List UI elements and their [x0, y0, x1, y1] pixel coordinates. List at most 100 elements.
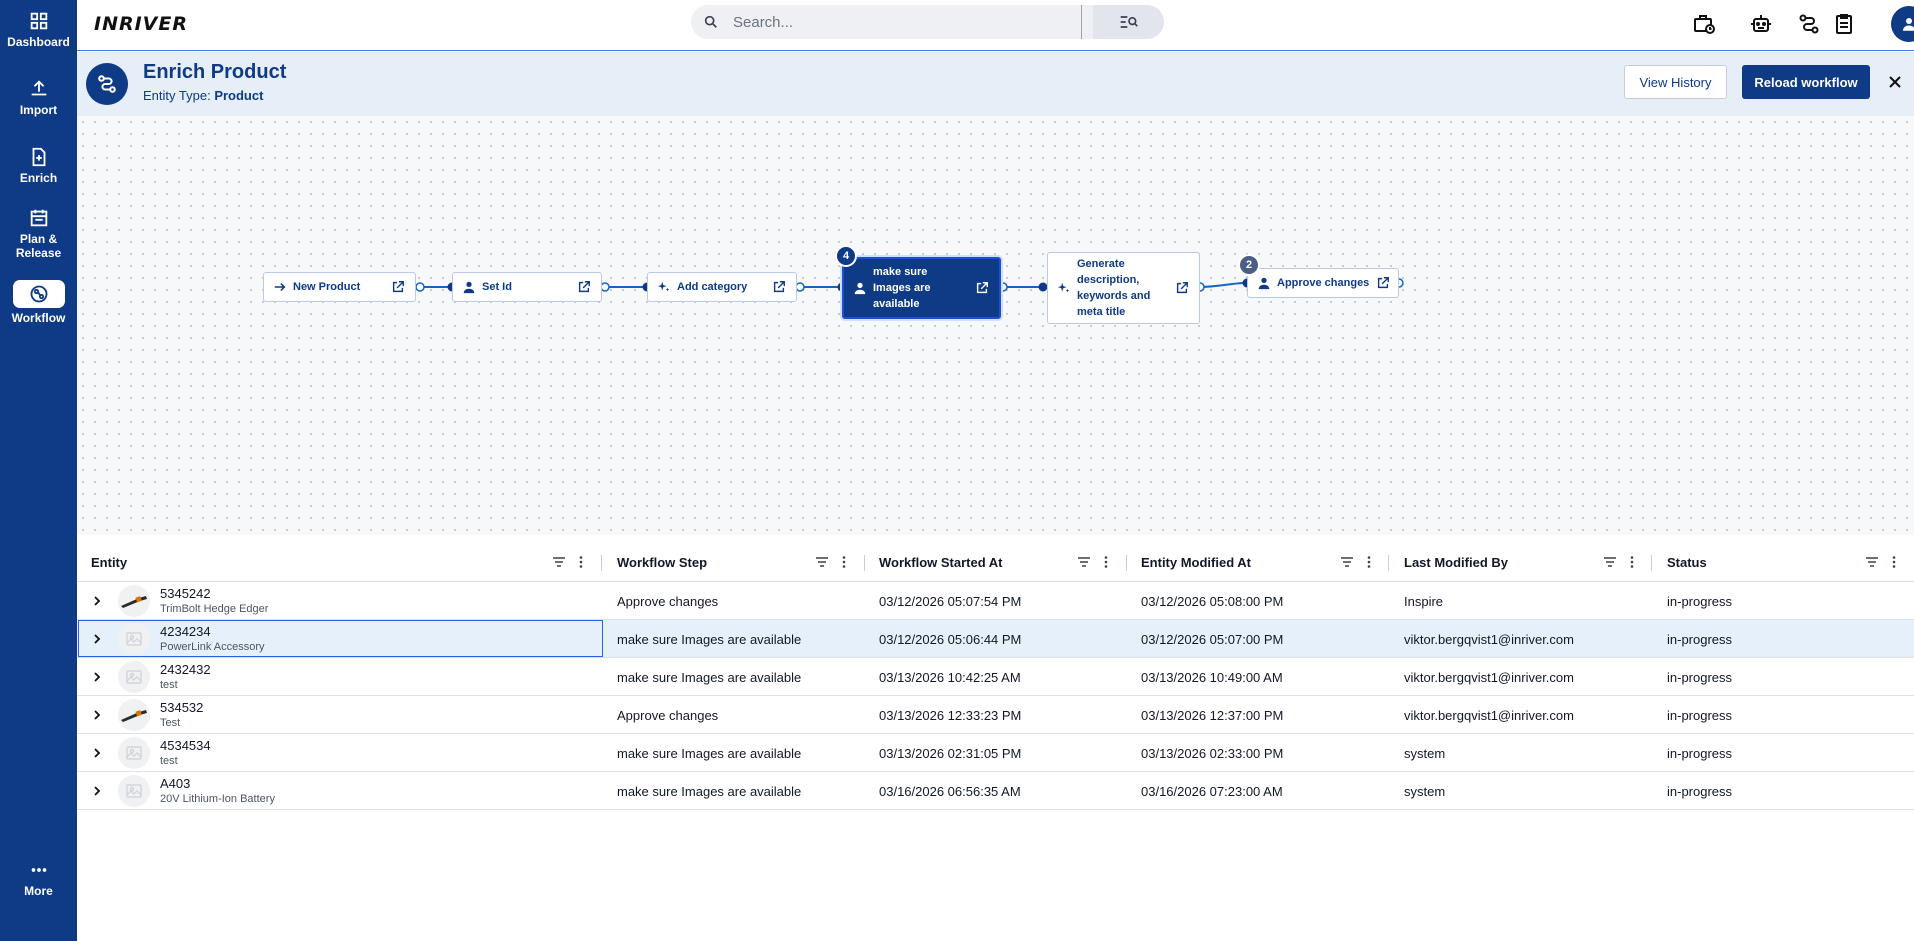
table-row[interactable]: 534532 Test Approve changes 03/13/2026 12:3…: [77, 696, 1914, 734]
inriver-logo[interactable]: INRIVER: [94, 13, 188, 35]
sidebar-item-dashboard[interactable]: Dashboard: [0, 10, 77, 49]
cell-entity-modified-at: 03/12/2026 05:08:00 PM: [1141, 593, 1284, 609]
sidebar: Dashboard Import Enrich Plan & Release W…: [0, 0, 77, 941]
kebab-menu-icon[interactable]: [574, 555, 588, 569]
person-icon: [1258, 277, 1270, 290]
cell-entity-modified-at: 03/13/2026 02:33:00 PM: [1141, 745, 1284, 761]
page-title: Enrich Product: [143, 61, 287, 83]
column-header-last-modified-by[interactable]: Last Modified By: [1404, 543, 1508, 582]
entity-name: PowerLink Accessory: [160, 641, 265, 653]
table-row[interactable]: 2432432 test make sure Images are availabl…: [77, 658, 1914, 696]
kebab-menu-icon[interactable]: [1362, 555, 1376, 569]
external-link-icon[interactable]: [577, 280, 591, 294]
kebab-menu-icon[interactable]: [1887, 555, 1901, 569]
chevron-right-icon[interactable]: [90, 594, 104, 608]
cell-workflow-step: make sure Images are available: [617, 745, 802, 761]
sidebar-item-import[interactable]: Import: [0, 78, 77, 117]
step-count-badge: 4: [835, 245, 857, 267]
kebab-menu-icon[interactable]: [1625, 555, 1639, 569]
entity-id[interactable]: 2432432: [160, 662, 211, 677]
view-history-button[interactable]: View History: [1624, 65, 1727, 99]
table-row[interactable]: 5345242 TrimBolt Hedge Edger Approve chang…: [77, 582, 1914, 620]
cell-workflow-step: make sure Images are available: [617, 669, 802, 685]
entity-thumbnail: [118, 623, 150, 655]
chevron-right-icon[interactable]: [90, 632, 104, 646]
sidebar-item-label: Enrich: [19, 171, 58, 185]
filter-icon[interactable]: [1603, 555, 1617, 569]
external-link-icon[interactable]: [1376, 276, 1390, 290]
filter-icon[interactable]: [815, 555, 829, 569]
reload-workflow-button[interactable]: Reload workflow: [1742, 65, 1870, 99]
briefcase-clock-icon[interactable]: [1692, 12, 1716, 36]
column-header-workflow-started-at[interactable]: Workflow Started At: [879, 543, 1003, 582]
workflow-step-generate-description[interactable]: Generate description, keywords and meta …: [1047, 252, 1200, 324]
entity-id[interactable]: 4234234: [160, 624, 211, 639]
robot-icon[interactable]: [1749, 12, 1773, 36]
external-link-icon[interactable]: [391, 280, 405, 294]
cell-status: in-progress: [1667, 669, 1733, 685]
entity-thumbnail: [118, 661, 150, 693]
workflow-canvas[interactable]: New Product Set Id Add category make sur…: [77, 116, 1914, 535]
table-row[interactable]: 4534534 test make sure Images are availabl…: [77, 734, 1914, 772]
table-row[interactable]: A403 20V Lithium-Ion Battery make sure Ima…: [77, 772, 1914, 810]
workflow-step-label: New Product: [293, 281, 361, 293]
table-row[interactable]: 4234234 PowerLink Accessory make sure Imag…: [77, 620, 1914, 658]
sparkle-icon: [657, 281, 670, 292]
grid-icon: [30, 12, 47, 30]
close-button[interactable]: [1885, 72, 1905, 92]
advanced-search-button[interactable]: [1093, 5, 1164, 39]
workflow-step-add-category[interactable]: Add category: [647, 272, 797, 302]
search-icon: [704, 15, 717, 28]
entity-id[interactable]: 5345242: [160, 586, 211, 601]
workflow-step-new-product[interactable]: New Product: [263, 272, 416, 302]
workflow-step-approve-changes[interactable]: Approve changes: [1247, 268, 1399, 298]
cell-entity-modified-at: 03/16/2026 07:23:00 AM: [1141, 783, 1283, 799]
chevron-right-icon[interactable]: [90, 784, 104, 798]
filter-icon[interactable]: [552, 555, 566, 569]
advanced-search-icon: [1120, 16, 1138, 28]
workflow-icon: [30, 285, 47, 303]
search-bar[interactable]: Search...: [691, 5, 1164, 39]
sidebar-item-workflow[interactable]: Workflow: [0, 280, 77, 325]
column-header-entity[interactable]: Entity: [91, 543, 127, 582]
column-header-entity-modified-at[interactable]: Entity Modified At: [1141, 543, 1251, 582]
workflow-step-set-id[interactable]: Set Id: [452, 272, 602, 302]
clipboard-icon[interactable]: [1832, 12, 1856, 36]
sidebar-item-enrich[interactable]: Enrich: [0, 146, 77, 185]
entity-thumbnail: [118, 585, 150, 617]
chevron-right-icon[interactable]: [90, 670, 104, 684]
column-header-workflow-step[interactable]: Workflow Step: [617, 543, 707, 582]
sidebar-item-label: Plan & Release: [15, 232, 62, 260]
filter-icon[interactable]: [1340, 555, 1354, 569]
entity-id[interactable]: 4534534: [160, 738, 211, 753]
workflow-icon: [98, 75, 116, 93]
selected-cell-outline: [78, 620, 603, 657]
workflow-step-make-sure-images[interactable]: make sure Images are available: [842, 257, 1001, 319]
chevron-right-icon[interactable]: [90, 746, 104, 760]
external-link-icon[interactable]: [975, 281, 989, 295]
search-input[interactable]: Search...: [733, 14, 793, 31]
entity-name: test: [160, 679, 178, 691]
cell-workflow-started-at: 03/16/2026 06:56:35 AM: [879, 783, 1021, 799]
entity-name: 20V Lithium-Ion Battery: [160, 793, 275, 805]
cell-workflow-step: Approve changes: [617, 707, 719, 723]
cell-entity-modified-at: 03/13/2026 10:49:00 AM: [1141, 669, 1283, 685]
workflow-icon[interactable]: [1797, 12, 1821, 36]
external-link-icon[interactable]: [772, 280, 786, 294]
cell-last-modified-by: viktor.bergqvist1@inriver.com: [1404, 707, 1574, 723]
external-link-icon[interactable]: [1175, 281, 1189, 295]
entity-id[interactable]: 534532: [160, 700, 203, 715]
sidebar-item-plan-release[interactable]: Plan & Release: [0, 207, 77, 260]
user-avatar[interactable]: [1891, 6, 1914, 42]
filter-icon[interactable]: [1077, 555, 1091, 569]
kebab-menu-icon[interactable]: [1099, 555, 1113, 569]
upload-icon: [31, 80, 46, 96]
cell-last-modified-by: Inspire: [1404, 593, 1444, 609]
sidebar-item-more[interactable]: More: [0, 859, 77, 898]
entity-id[interactable]: A403: [160, 776, 190, 791]
cell-workflow-started-at: 03/13/2026 10:42:25 AM: [879, 669, 1021, 685]
column-header-status[interactable]: Status: [1667, 543, 1707, 582]
chevron-right-icon[interactable]: [90, 708, 104, 722]
kebab-menu-icon[interactable]: [837, 555, 851, 569]
filter-icon[interactable]: [1865, 555, 1879, 569]
